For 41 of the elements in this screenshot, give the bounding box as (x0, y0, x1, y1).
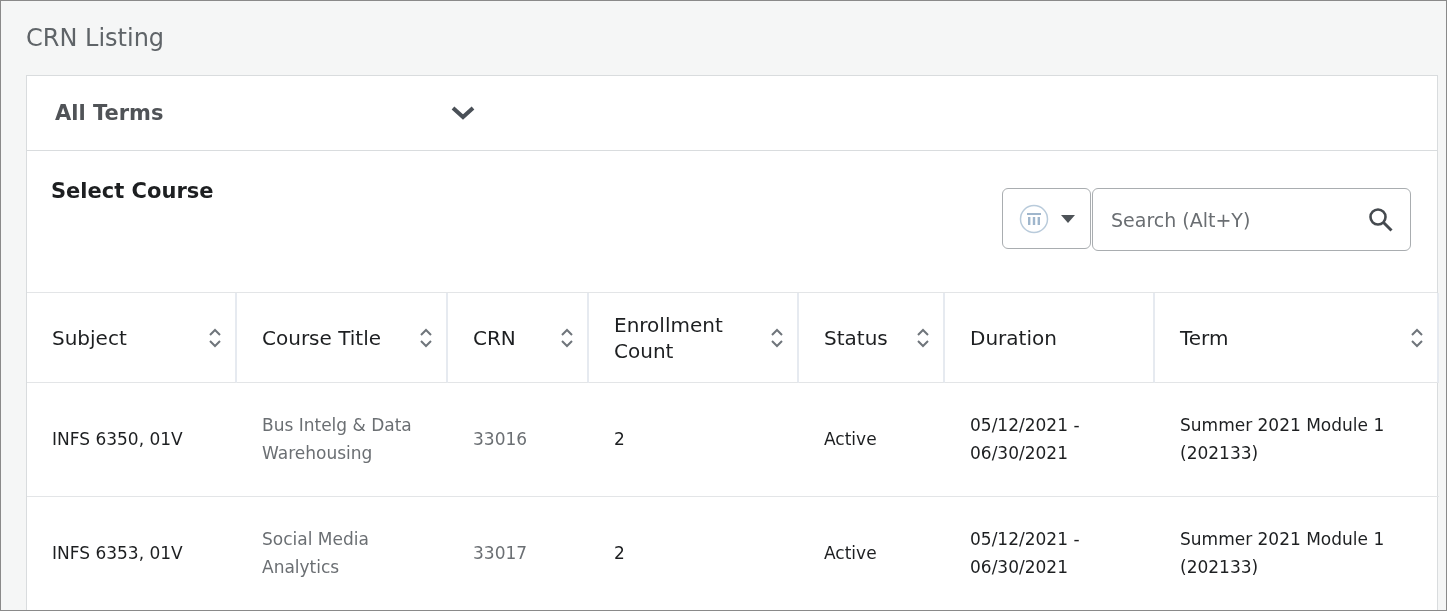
column-header[interactable]: Enrollment Count (589, 293, 799, 383)
search-field[interactable]: Search (Alt+Y) (1092, 188, 1411, 251)
table-link[interactable]: 33017 (473, 539, 528, 568)
table-cell-text: INFS 6353, 01V (52, 541, 183, 565)
sort-icon[interactable] (771, 326, 783, 349)
table-cell-text: Active (824, 427, 877, 451)
column-label: Subject (52, 324, 127, 351)
table-link[interactable]: 33016 (473, 425, 528, 454)
column-header[interactable]: Term (1155, 293, 1439, 383)
table-link[interactable]: Bus Intelg & Data Warehousing (262, 412, 428, 467)
sort-icon[interactable] (209, 326, 221, 349)
sort-icon[interactable] (420, 326, 432, 349)
table-cell-text: 05/12/2021 - 06/30/2021 (970, 414, 1081, 465)
table-link[interactable]: Social Media Analytics (262, 526, 428, 581)
term-dropdown[interactable]: All Terms (55, 101, 475, 125)
search-icon (1368, 206, 1394, 233)
column-label: Duration (970, 324, 1057, 351)
table-cell-text: Summer 2021 Module 1 (202133) (1180, 414, 1386, 465)
column-label: Course Title (262, 324, 382, 351)
table-cell-text: 2 (614, 541, 625, 565)
sort-icon[interactable] (561, 326, 573, 349)
table-cell-text: Active (824, 541, 877, 565)
column-header[interactable]: Course Title (237, 293, 448, 383)
table-cell-text: 2 (614, 427, 625, 451)
column-header[interactable]: Subject (27, 293, 237, 383)
column-label: Term (1180, 324, 1229, 351)
caret-icon (1060, 214, 1075, 223)
table-cell-text: Summer 2021 Module 1 (202133) (1180, 528, 1386, 579)
column-header[interactable]: Status (799, 293, 945, 383)
sort-icon[interactable] (917, 326, 929, 349)
table-cell-text: 05/12/2021 - 06/30/2021 (970, 528, 1081, 579)
columns-icon (1018, 203, 1049, 234)
section-title: Select Course (51, 179, 214, 203)
table-cell-text: INFS 6350, 01V (52, 427, 183, 451)
sort-icon[interactable] (1411, 326, 1423, 349)
column-header[interactable]: CRN (448, 293, 589, 383)
column-label: Status (824, 324, 888, 351)
chevron-down-icon (451, 105, 475, 121)
column-label: Enrollment Count (614, 311, 724, 364)
page-title: CRN Listing (26, 23, 166, 54)
column-label: CRN (473, 324, 516, 351)
